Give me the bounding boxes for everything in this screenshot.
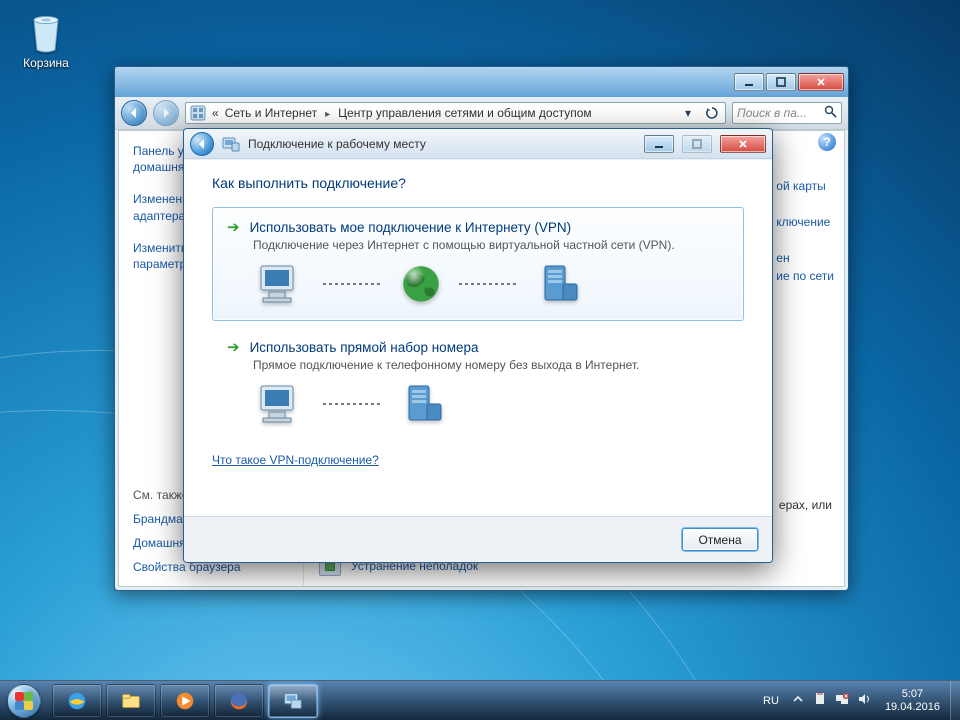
control-panel-icon xyxy=(190,105,206,121)
option-dialup-graphic xyxy=(257,382,729,426)
taskbar-control-panel[interactable] xyxy=(268,684,318,718)
taskbar-explorer[interactable] xyxy=(106,684,156,718)
start-button[interactable] xyxy=(0,681,48,720)
search-input[interactable]: Поиск в па... xyxy=(732,102,842,124)
nav-forward-button[interactable] xyxy=(153,100,179,126)
wizard-icon xyxy=(222,135,240,153)
taskbar: RU 5:07 19.04.2016 xyxy=(0,680,960,720)
tray-chevron-icon[interactable] xyxy=(791,692,805,709)
tray-date: 19.04.2016 xyxy=(885,701,940,714)
option-dialup-sub: Прямое подключение к телефонному номеру … xyxy=(253,358,729,372)
breadcrumb-prefix: « xyxy=(212,106,219,120)
server-icon xyxy=(535,262,585,306)
address-dropdown-icon[interactable]: ▾ xyxy=(679,106,697,120)
option-vpn-title: Использовать мое подключение к Интернету… xyxy=(250,220,572,235)
cp-bottom-text: ерах, или xyxy=(779,498,832,512)
help-icon[interactable]: ? xyxy=(818,133,836,151)
refresh-button[interactable] xyxy=(703,106,721,120)
tray-time: 5:07 xyxy=(885,688,940,701)
recycle-bin-icon xyxy=(26,10,66,54)
wizard-title: Подключение к рабочему месту xyxy=(248,137,426,151)
breadcrumb-sep xyxy=(323,106,332,120)
desktop-recycle-bin[interactable]: Корзина xyxy=(16,10,76,70)
option-vpn-graphic xyxy=(257,262,729,306)
wizard-back-button[interactable] xyxy=(190,132,214,156)
address-bar[interactable]: « Сеть и Интернет Центр управления сетям… xyxy=(185,102,726,124)
option-dialup[interactable]: ➔ Использовать прямой набор номера Прямо… xyxy=(212,327,744,441)
tray-action-center-icon[interactable] xyxy=(813,692,827,709)
arrow-icon: ➔ xyxy=(227,218,240,236)
search-icon xyxy=(824,105,837,121)
option-dialup-title: Использовать прямой набор номера xyxy=(250,340,479,355)
option-vpn-sub: Подключение через Интернет с помощью вир… xyxy=(253,238,729,252)
wizard-heading: Как выполнить подключение? xyxy=(212,175,744,191)
cp-close-button[interactable] xyxy=(798,73,844,91)
taskbar-firefox[interactable] xyxy=(214,684,264,718)
cp-right-links: ой карты ключение ен ие по сети xyxy=(776,177,834,285)
computer-icon xyxy=(257,262,307,306)
breadcrumb-lvl2[interactable]: Центр управления сетями и общим доступом xyxy=(338,106,592,120)
breadcrumb-lvl1[interactable]: Сеть и Интернет xyxy=(225,106,317,120)
nav-back-button[interactable] xyxy=(121,100,147,126)
taskbar-ie[interactable] xyxy=(52,684,102,718)
tray-clock[interactable]: 5:07 19.04.2016 xyxy=(879,688,946,713)
arrow-icon: ➔ xyxy=(227,338,240,356)
tray-volume-icon[interactable] xyxy=(857,692,871,709)
wizard-close-button[interactable] xyxy=(720,135,766,153)
cp-minimize-button[interactable] xyxy=(734,73,764,91)
search-placeholder: Поиск в па... xyxy=(737,106,807,120)
tray-language[interactable]: RU xyxy=(759,693,783,709)
tray-network-icon[interactable] xyxy=(835,692,849,709)
wizard-maximize-button xyxy=(682,135,712,153)
system-tray: RU 5:07 19.04.2016 xyxy=(755,688,950,713)
server-icon xyxy=(399,382,449,426)
cp-maximize-button[interactable] xyxy=(766,73,796,91)
cancel-button[interactable]: Отмена xyxy=(682,528,758,551)
recycle-bin-label: Корзина xyxy=(16,56,76,70)
wizard-window: Подключение к рабочему месту Как выполни… xyxy=(183,128,773,563)
option-vpn[interactable]: ➔ Использовать мое подключение к Интерне… xyxy=(212,207,744,321)
wizard-minimize-button[interactable] xyxy=(644,135,674,153)
show-desktop-button[interactable] xyxy=(950,681,960,720)
taskbar-wmp[interactable] xyxy=(160,684,210,718)
vpn-help-link[interactable]: Что такое VPN-подключение? xyxy=(212,453,379,467)
globe-icon xyxy=(399,262,443,306)
computer-icon xyxy=(257,382,307,426)
